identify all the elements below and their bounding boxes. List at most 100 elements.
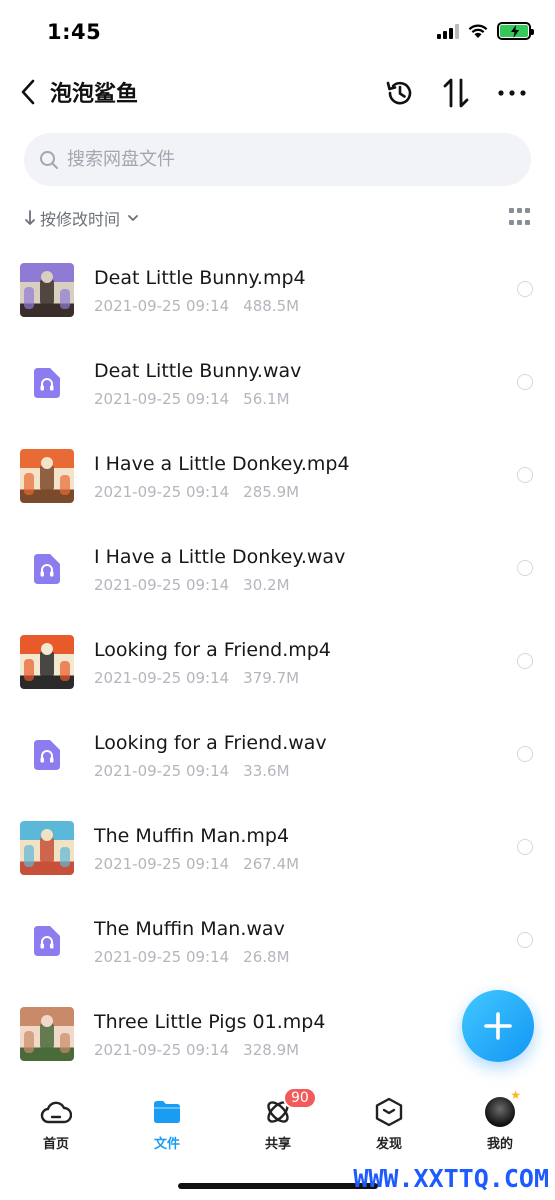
- tab-discover[interactable]: 发现: [344, 1095, 434, 1152]
- sort-label: 按修改时间: [40, 210, 121, 229]
- file-meta: 2021-09-25 09:14 328.9M: [94, 1041, 299, 1059]
- more-icon: [498, 90, 526, 96]
- select-checkbox[interactable]: [517, 653, 533, 669]
- video-thumbnail: [20, 263, 74, 317]
- file-meta: 2021-09-25 09:14 56.1M: [94, 390, 290, 408]
- status-bar: 1:45: [0, 0, 555, 64]
- header: 泡泡鲨鱼: [0, 64, 555, 120]
- file-size: 379.7M: [243, 669, 300, 687]
- file-size: 30.2M: [243, 576, 290, 594]
- file-date: 2021-09-25 09:14: [94, 576, 230, 594]
- audio-file-icon: [34, 368, 60, 398]
- chevron-down-icon: [128, 215, 138, 221]
- share-badge: 90: [283, 1087, 317, 1109]
- file-size: 26.8M: [243, 948, 290, 966]
- file-meta: 2021-09-25 09:14 26.8M: [94, 948, 290, 966]
- transfer-button[interactable]: [439, 76, 473, 110]
- file-row[interactable]: Looking for a Friend.wav 2021-09-25 09:1…: [0, 708, 555, 801]
- file-name: Deat Little Bunny.wav: [94, 360, 302, 382]
- file-size: 267.4M: [243, 855, 300, 873]
- file-meta: 2021-09-25 09:14 285.9M: [94, 483, 299, 501]
- audio-file-icon: [34, 740, 60, 770]
- file-date: 2021-09-25 09:14: [94, 669, 230, 687]
- sort-selector[interactable]: 按修改时间: [24, 206, 140, 230]
- sort-arrow-down-icon: [25, 210, 35, 225]
- watermark: WWW.XXTTQ.COM: [353, 1164, 549, 1193]
- file-date: 2021-09-25 09:14: [94, 948, 230, 966]
- file-row[interactable]: The Muffin Man.mp4 2021-09-25 09:14 267.4…: [0, 801, 555, 894]
- file-row[interactable]: Looking for a Friend.mp4 2021-09-25 09:1…: [0, 615, 555, 708]
- avatar: ★: [485, 1088, 521, 1127]
- video-thumbnail: [20, 1007, 74, 1061]
- file-date: 2021-09-25 09:14: [94, 390, 230, 408]
- transfer-icon: [443, 78, 469, 108]
- status-icons: [437, 22, 534, 40]
- select-checkbox[interactable]: [517, 281, 533, 297]
- add-button[interactable]: [462, 990, 534, 1062]
- page-title: 泡泡鲨鱼: [50, 82, 139, 107]
- file-meta: 2021-09-25 09:14 379.7M: [94, 669, 299, 687]
- file-size: 33.6M: [243, 762, 290, 780]
- battery-icon: [497, 22, 534, 40]
- file-date: 2021-09-25 09:14: [94, 855, 230, 873]
- tab-label-files: 文件: [153, 1137, 180, 1152]
- file-meta: 2021-09-25 09:14 30.2M: [94, 576, 290, 594]
- tab-label-share: 共享: [264, 1137, 291, 1152]
- select-checkbox[interactable]: [517, 932, 533, 948]
- file-size: 56.1M: [243, 390, 290, 408]
- tab-home[interactable]: 首页: [11, 1095, 101, 1152]
- select-checkbox[interactable]: [517, 374, 533, 390]
- tab-files[interactable]: 文件: [122, 1095, 212, 1152]
- file-name: I Have a Little Donkey.wav: [94, 546, 346, 568]
- select-checkbox[interactable]: [517, 560, 533, 576]
- folder-icon: [150, 1095, 184, 1129]
- file-row[interactable]: The Muffin Man.wav 2021-09-25 09:14 26.8M: [0, 894, 555, 987]
- file-name: Looking for a Friend.mp4: [94, 639, 331, 661]
- sort-row: 按修改时间: [24, 202, 531, 234]
- share-orbit-icon: 90: [261, 1087, 317, 1129]
- tab-bar: 首页 文件 90 共享 发现 ★ 我的: [0, 1085, 555, 1165]
- tab-share[interactable]: 90 共享: [233, 1087, 323, 1152]
- back-icon: [21, 79, 35, 105]
- file-name: Deat Little Bunny.mp4: [94, 267, 306, 289]
- file-name: The Muffin Man.mp4: [94, 825, 290, 847]
- file-row[interactable]: Deat Little Bunny.wav 2021-09-25 09:14 56…: [0, 336, 555, 429]
- file-name: I Have a Little Donkey.mp4: [94, 453, 350, 475]
- status-time: 1:45: [47, 20, 102, 44]
- crown-icon: ★: [510, 1088, 521, 1102]
- file-date: 2021-09-25 09:14: [94, 1041, 230, 1059]
- video-thumbnail: [20, 821, 74, 875]
- file-list: Deat Little Bunny.mp4 2021-09-25 09:14 48…: [0, 243, 555, 1080]
- tab-label-me: 我的: [486, 1137, 513, 1152]
- more-button[interactable]: [495, 76, 529, 110]
- back-button[interactable]: [12, 74, 44, 110]
- avatar-icon: ★: [483, 1088, 521, 1129]
- select-checkbox[interactable]: [517, 467, 533, 483]
- search-bar[interactable]: [24, 133, 531, 186]
- select-checkbox[interactable]: [517, 746, 533, 762]
- file-row[interactable]: Deat Little Bunny.mp4 2021-09-25 09:14 48…: [0, 243, 555, 336]
- home-indicator: [178, 1183, 378, 1189]
- file-size: 328.9M: [243, 1041, 300, 1059]
- file-date: 2021-09-25 09:14: [94, 762, 230, 780]
- signal-icon: [437, 23, 459, 39]
- file-size: 488.5M: [243, 297, 300, 315]
- tab-me[interactable]: ★ 我的: [455, 1088, 545, 1152]
- file-meta: 2021-09-25 09:14 488.5M: [94, 297, 299, 315]
- search-input[interactable]: [67, 149, 487, 170]
- plus-icon: [484, 1012, 512, 1040]
- file-row[interactable]: I Have a Little Donkey.mp4 2021-09-25 09…: [0, 429, 555, 522]
- wifi-icon: [468, 24, 488, 38]
- file-meta: 2021-09-25 09:14 33.6M: [94, 762, 290, 780]
- audio-file-icon: [34, 926, 60, 956]
- video-thumbnail: [20, 635, 74, 689]
- search-icon: [40, 150, 58, 169]
- file-meta: 2021-09-25 09:14 267.4M: [94, 855, 299, 873]
- cloud-icon: [39, 1095, 73, 1129]
- history-button[interactable]: [383, 76, 417, 110]
- file-name: The Muffin Man.wav: [94, 918, 285, 940]
- file-row[interactable]: I Have a Little Donkey.wav 2021-09-25 09…: [0, 522, 555, 615]
- select-checkbox[interactable]: [517, 839, 533, 855]
- audio-file-icon: [34, 554, 60, 584]
- grid-view-icon[interactable]: [509, 208, 531, 228]
